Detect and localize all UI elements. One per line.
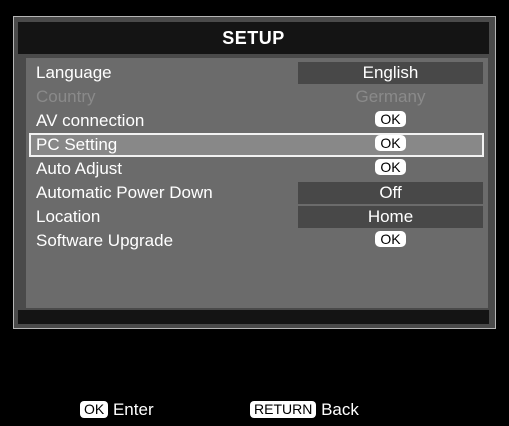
menu-item-software-upgrade[interactable]: Software Upgrade OK: [30, 230, 483, 252]
tv-setup-screen: SETUP Language English Country Germany A…: [0, 0, 509, 426]
menu-item-label: Language: [36, 63, 112, 82]
menu-item-pc-setting[interactable]: PC Setting OK: [29, 133, 484, 157]
footer-enter-hint: OK Enter: [80, 399, 154, 421]
menu-item-label: PC Setting: [36, 135, 118, 154]
return-key-icon: RETURN: [250, 401, 317, 418]
language-value: English: [298, 62, 483, 84]
menu-item-label: Country: [36, 87, 96, 106]
setup-title: SETUP: [18, 22, 489, 54]
menu-item-country: Country Germany: [30, 86, 483, 108]
location-value: Home: [298, 206, 483, 228]
menu-bottom-bar: [18, 310, 489, 324]
menu-item-location[interactable]: Location Home: [30, 206, 483, 228]
ok-button[interactable]: OK: [375, 135, 406, 151]
ok-button[interactable]: OK: [375, 159, 406, 175]
menu-item-av-connection[interactable]: AV connection OK: [30, 110, 483, 132]
menu-item-label: Automatic Power Down: [36, 183, 213, 202]
menu-item-label: Software Upgrade: [36, 231, 174, 250]
menu-item-auto-adjust[interactable]: Auto Adjust OK: [30, 158, 483, 180]
back-label: Back: [321, 400, 359, 419]
menu-item-automatic-power-down[interactable]: Automatic Power Down Off: [30, 182, 483, 204]
power-down-value: Off: [298, 182, 483, 204]
menu-item-label: AV connection: [36, 111, 145, 130]
ok-key-icon: OK: [80, 401, 109, 418]
menu-item-language[interactable]: Language English: [30, 62, 483, 84]
ok-button[interactable]: OK: [375, 111, 406, 127]
footer-back-hint: RETURN Back: [250, 399, 359, 421]
menu-item-label: Auto Adjust: [36, 159, 123, 178]
country-value: Germany: [355, 87, 426, 106]
ok-button[interactable]: OK: [375, 231, 406, 247]
enter-label: Enter: [112, 400, 154, 419]
menu-item-label: Location: [36, 207, 101, 226]
